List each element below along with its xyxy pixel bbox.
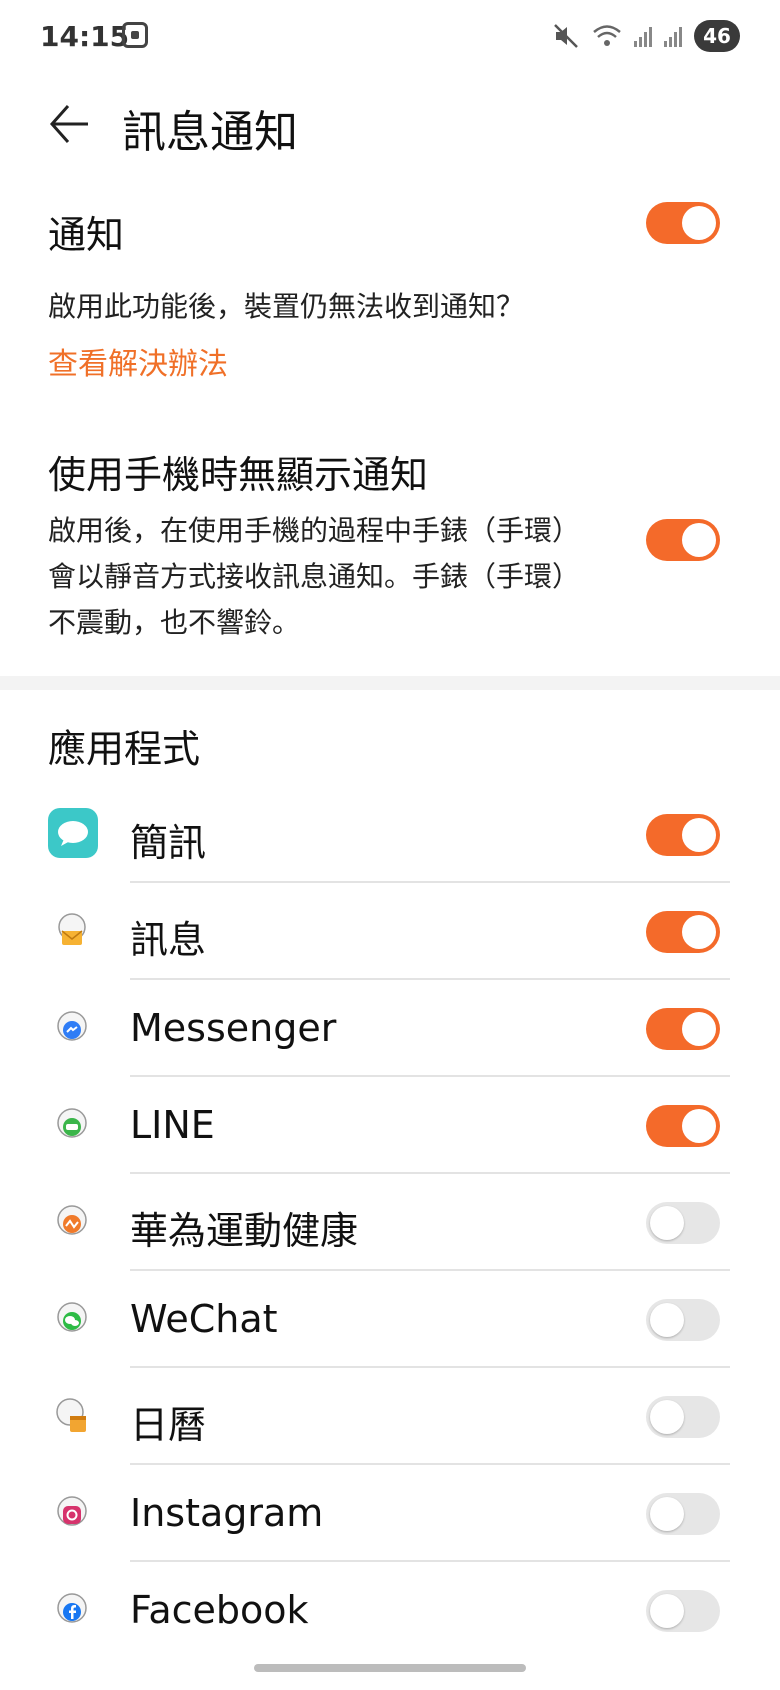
battery-indicator: 46 xyxy=(694,20,740,52)
app-label: 訊息 xyxy=(130,918,207,962)
description-line: 啟用後，在使用手機的過程中手錶（手環） xyxy=(48,514,581,547)
silent-while-using-toggle[interactable] xyxy=(646,519,720,561)
wifi-icon xyxy=(593,25,621,46)
line-icon xyxy=(57,1108,87,1138)
app-label: 華為運動健康 xyxy=(130,1209,359,1253)
app-row-line[interactable]: LINE xyxy=(0,1077,780,1174)
notification-toggle[interactable] xyxy=(646,202,720,244)
toggle-knob xyxy=(682,523,716,557)
app-label: Instagram xyxy=(130,1491,324,1535)
notification-title: 通知 xyxy=(48,213,125,257)
signal-strength-icon-2 xyxy=(664,25,682,47)
app-label: 日曆 xyxy=(130,1403,207,1447)
toggle-knob xyxy=(650,1400,684,1434)
toggle-knob xyxy=(650,1206,684,1240)
facebook-icon xyxy=(57,1593,87,1623)
app-row-wechat[interactable]: WeChat xyxy=(0,1271,780,1368)
status-time: 14:15 xyxy=(40,20,130,53)
sms-icon xyxy=(48,808,98,858)
app-label: WeChat xyxy=(130,1297,278,1341)
toggle-knob xyxy=(682,1012,716,1046)
description-line: 不震動，也不響鈴。 xyxy=(48,606,301,639)
mute-icon xyxy=(554,24,578,48)
app-toggle-instagram[interactable] xyxy=(646,1493,720,1535)
notification-help-text: 啟用此功能後，裝置仍無法收到通知？ xyxy=(48,290,525,323)
calendar-icon xyxy=(56,1398,86,1432)
description-line: 會以靜音方式接收訊息通知。手錶（手環） xyxy=(48,560,581,593)
wechat-icon xyxy=(57,1302,87,1332)
app-row-huawei-health[interactable]: 華為運動健康 xyxy=(0,1174,780,1271)
notification-settings-screen: 14:15 46 訊息通知 通知 啟用此功能後，裝置仍無法收到通知？ 查看解決辦… xyxy=(0,0,780,1690)
app-row-calendar[interactable]: 日曆 xyxy=(0,1368,780,1465)
app-row-facebook[interactable]: Facebook xyxy=(0,1562,780,1659)
instagram-icon xyxy=(57,1496,87,1526)
app-label: Facebook xyxy=(130,1588,309,1632)
messenger-icon xyxy=(57,1011,87,1041)
toggle-knob xyxy=(682,915,716,949)
app-label: LINE xyxy=(130,1103,215,1147)
silent-while-using-title: 使用手機時無顯示通知 xyxy=(48,453,429,497)
toggle-knob xyxy=(650,1303,684,1337)
app-label: 簡訊 xyxy=(130,821,207,865)
app-row-messenger[interactable]: Messenger xyxy=(0,980,780,1077)
back-arrow-icon xyxy=(49,105,88,143)
signal-strength-icon xyxy=(634,25,652,47)
app-row-sms[interactable]: 簡訊 xyxy=(0,786,780,883)
page-title: 訊息通知 xyxy=(122,107,298,158)
app-toggle-messenger[interactable] xyxy=(646,1008,720,1050)
toggle-knob xyxy=(682,1109,716,1143)
app-toggle-huawei-health[interactable] xyxy=(646,1202,720,1244)
huawei-health-icon xyxy=(57,1205,87,1235)
app-toggle-facebook[interactable] xyxy=(646,1590,720,1632)
view-solution-link[interactable]: 查看解決辦法 xyxy=(48,339,228,383)
message-icon xyxy=(58,913,86,945)
silent-while-using-description: 啟用後，在使用手機的過程中手錶（手環） 會以靜音方式接收訊息通知。手錶（手環） … xyxy=(48,508,628,646)
screenshot-icon xyxy=(122,22,148,48)
app-toggle-sms[interactable] xyxy=(646,814,720,856)
app-label: Messenger xyxy=(130,1006,337,1050)
toggle-knob xyxy=(650,1497,684,1531)
toggle-knob xyxy=(682,206,716,240)
toggle-knob xyxy=(682,818,716,852)
app-row-instagram[interactable]: Instagram xyxy=(0,1465,780,1562)
app-toggle-calendar[interactable] xyxy=(646,1396,720,1438)
section-divider xyxy=(0,676,780,690)
status-bar: 14:15 46 xyxy=(0,0,780,76)
status-icons: 46 xyxy=(552,20,740,52)
app-toggle-wechat[interactable] xyxy=(646,1299,720,1341)
app-header: 訊息通知 xyxy=(0,76,780,176)
home-indicator[interactable] xyxy=(254,1664,526,1672)
back-button[interactable] xyxy=(44,96,100,152)
toggle-knob xyxy=(650,1594,684,1628)
app-list: 簡訊 訊息 Messenger LINE 華為運動健康 WeChat 日曆 In… xyxy=(0,786,780,1659)
app-toggle-message[interactable] xyxy=(646,911,720,953)
app-toggle-line[interactable] xyxy=(646,1105,720,1147)
app-row-message[interactable]: 訊息 xyxy=(0,883,780,980)
apps-section-title: 應用程式 xyxy=(48,727,201,771)
